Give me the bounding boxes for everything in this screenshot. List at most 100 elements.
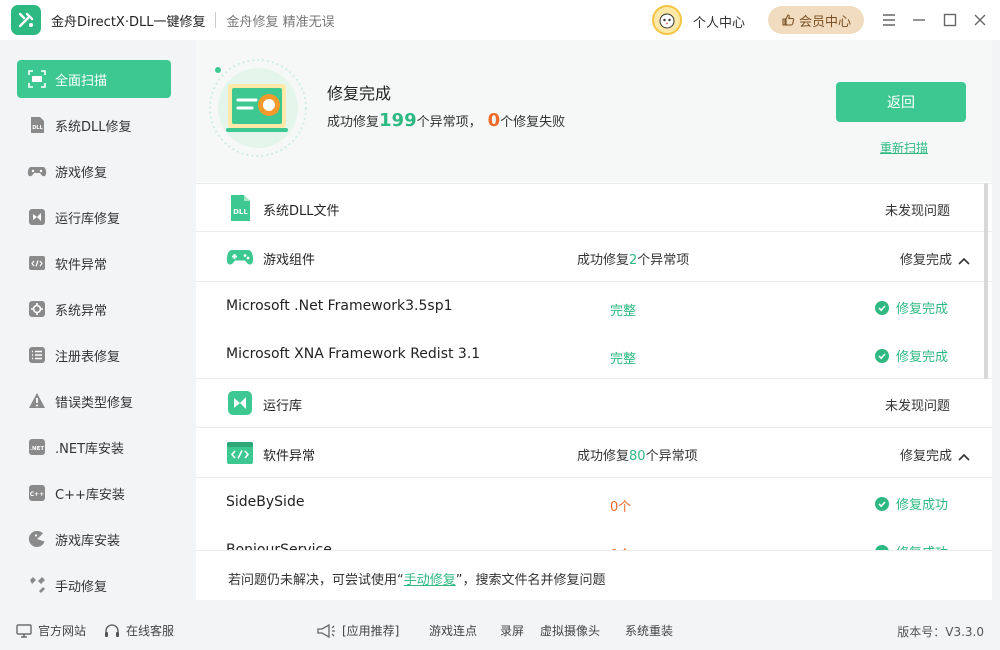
scan-icon	[27, 69, 47, 89]
category-status[interactable]: 修复完成	[900, 249, 970, 268]
result-suffix: 个修复失败	[500, 115, 566, 130]
dotnet-icon: .NET	[27, 437, 47, 457]
close-icon[interactable]	[970, 10, 990, 30]
tip-suffix: ”，搜索文件名并修复问题	[455, 573, 606, 588]
category-status[interactable]: 修复完成	[900, 445, 970, 464]
item-status-label: 修复成功	[896, 498, 949, 513]
result-middle: 个异常项，	[416, 115, 482, 130]
sidebar-item-system-exception[interactable]: 系统异常	[17, 290, 171, 328]
sidebar-item-error-type-repair[interactable]: 错误类型修复	[17, 382, 171, 420]
category-status-label: 修复完成	[899, 449, 952, 464]
item-name: Microsoft XNA Framework Redist 3.1	[226, 346, 481, 362]
result-prefix: 成功修复	[327, 115, 380, 130]
svg-text:DLL: DLL	[233, 208, 248, 216]
item-status-label: 修复完成	[896, 302, 949, 317]
online-service-link[interactable]: 在线客服	[104, 622, 174, 639]
gamepad-icon	[226, 243, 254, 271]
monitor-icon	[16, 623, 32, 638]
sidebar-item-label: 运行库修复	[55, 211, 121, 227]
title-bar: 金舟DirectX·DLL一键修复 金舟修复 精准无误 个人中心 会员中心	[0, 0, 1000, 40]
sidebar-item-system-dll[interactable]: DLL 系统DLL修复	[17, 106, 171, 144]
list-scrollbar[interactable]	[984, 183, 988, 379]
item-state: 完整	[610, 304, 637, 319]
summary-count: 80	[629, 449, 646, 464]
gear-icon	[27, 299, 47, 319]
category-name: 游戏组件	[263, 253, 316, 268]
runtime-icon	[27, 207, 47, 227]
dll-file-icon: DLL	[226, 194, 254, 222]
vip-center-button[interactable]: 会员中心	[768, 6, 864, 34]
list-item: Microsoft XNA Framework Redist 3.1 完整 修复…	[196, 331, 992, 379]
item-name: SideBySide	[226, 494, 305, 510]
sidebar-item-registry-repair[interactable]: 注册表修复	[17, 336, 171, 374]
result-title: 修复完成	[327, 84, 392, 103]
sidebar: 全面扫描 DLL 系统DLL修复 游戏修复 运行库修复 软件异常 系统异常 注册…	[0, 40, 188, 610]
svg-text:DLL: DLL	[32, 125, 43, 131]
sidebar-item-runtime-repair[interactable]: 运行库修复	[17, 198, 171, 236]
item-status: 修复成功	[875, 494, 948, 513]
footer-link-camera[interactable]: 虚拟摄像头	[540, 622, 600, 639]
item-state: 0个	[610, 500, 632, 515]
rescan-link[interactable]: 重新扫描	[880, 139, 928, 156]
sidebar-item-software-exception[interactable]: 软件异常	[17, 244, 171, 282]
title-divider	[215, 12, 217, 28]
sidebar-item-dotnet-install[interactable]: .NET .NET库安装	[17, 428, 171, 466]
category-status: 未发现问题	[884, 399, 950, 414]
sidebar-item-manual-repair[interactable]: 手动修复	[17, 566, 171, 604]
category-summary: 成功修复80个异常项	[577, 445, 698, 464]
code-icon	[27, 253, 47, 273]
code-window-icon	[226, 439, 254, 467]
footer: 官方网站 在线客服 [应用推荐] 游戏连点 录屏 虚拟摄像头 系统重装 版本号：…	[0, 610, 1000, 650]
sidebar-item-game-repair[interactable]: 游戏修复	[17, 152, 171, 190]
check-circle-icon	[875, 300, 889, 315]
category-row-game-components[interactable]: 游戏组件 成功修复2个异常项 修复完成	[196, 233, 992, 282]
item-status: 修复完成	[875, 298, 948, 317]
official-site-link[interactable]: 官方网站	[16, 622, 86, 639]
repair-complete-illustration-icon	[208, 58, 308, 158]
item-status: 修复成功	[875, 542, 948, 550]
item-status-label: 修复完成	[896, 350, 949, 365]
tip-text: 若问题仍未解决，可尝试使用“手动修复”，搜索文件名并修复问题	[228, 569, 606, 588]
category-name: 运行库	[263, 399, 303, 414]
item-name: BonjourService	[226, 542, 332, 550]
repair-result-list[interactable]: DLL 系统DLL文件 未发现问题 游戏组件 成功修复2个异常项 修复完成 Mi…	[196, 183, 992, 550]
pacman-icon	[27, 529, 47, 549]
warning-icon	[27, 391, 47, 411]
summary-suffix: 个异常项	[645, 449, 698, 464]
category-row-runtime: 运行库 未发现问题	[196, 379, 992, 428]
official-site-label: 官方网站	[38, 624, 87, 638]
check-circle-icon	[875, 496, 889, 511]
back-button[interactable]: 返回	[836, 82, 966, 122]
minimize-icon[interactable]	[909, 10, 929, 30]
footer-link-reinstall[interactable]: 系统重装	[625, 622, 673, 639]
menu-icon[interactable]	[879, 10, 899, 30]
sidebar-item-label: 系统异常	[55, 303, 108, 319]
check-circle-icon	[875, 348, 889, 363]
maximize-icon[interactable]	[940, 10, 960, 30]
list-icon	[27, 345, 47, 365]
manual-repair-link[interactable]: 手动修复	[404, 573, 456, 588]
category-status: 未发现问题	[884, 204, 950, 219]
personal-center-link[interactable]: 个人中心	[693, 12, 745, 31]
avatar[interactable]	[652, 5, 682, 35]
sidebar-item-cpp-install[interactable]: C++ C++库安装	[17, 474, 171, 512]
footer-link-record[interactable]: 录屏	[500, 622, 524, 639]
failed-count: 0	[487, 110, 501, 131]
category-row-system-dll: DLL 系统DLL文件 未发现问题	[196, 183, 992, 232]
footer-link-click[interactable]: 游戏连点	[429, 622, 477, 639]
runtime-icon	[226, 389, 254, 417]
tip-prefix: 若问题仍未解决，可尝试使用“	[228, 573, 404, 588]
summary-prefix: 成功修复	[577, 449, 630, 464]
sidebar-item-game-lib-install[interactable]: 游戏库安装	[17, 520, 171, 558]
sidebar-item-label: 注册表修复	[55, 349, 121, 365]
vip-center-label: 会员中心	[798, 14, 851, 30]
sidebar-item-full-scan[interactable]: 全面扫描	[17, 60, 171, 98]
summary-prefix: 成功修复	[577, 253, 630, 268]
cpp-icon: C++	[27, 483, 47, 503]
thumb-up-icon	[782, 14, 795, 26]
category-row-software-exception[interactable]: 软件异常 成功修复80个异常项 修复完成	[196, 429, 992, 478]
chevron-up-icon	[958, 453, 970, 461]
svg-text:C++: C++	[30, 491, 44, 498]
sidebar-item-label: .NET库安装	[55, 441, 125, 457]
svg-text:.NET: .NET	[30, 446, 44, 452]
